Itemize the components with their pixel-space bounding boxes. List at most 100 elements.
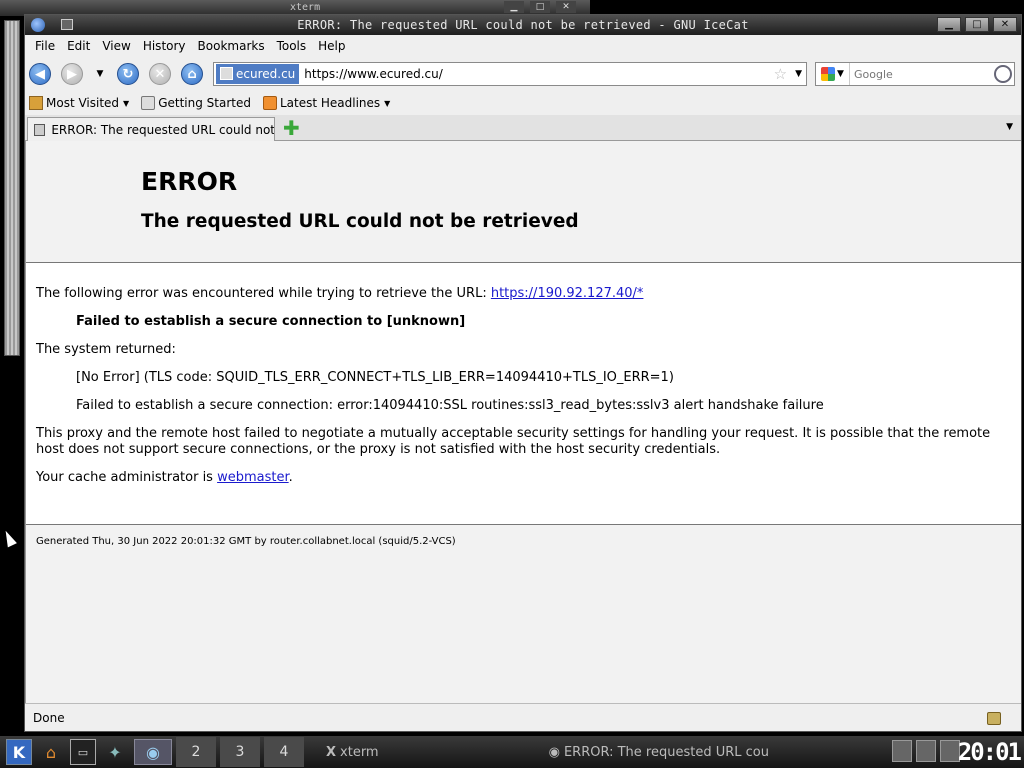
home-folder-icon[interactable]: ⌂	[38, 739, 64, 765]
webmaster-link[interactable]: webmaster	[217, 470, 289, 485]
menu-view[interactable]: View	[96, 39, 136, 53]
kmenu-icon[interactable]: K	[6, 739, 32, 765]
clock[interactable]: 20:01	[958, 738, 1022, 766]
browser-launcher-icon[interactable]: ◉	[134, 739, 172, 765]
failure-message: Failed to establish a secure connection …	[76, 314, 466, 329]
page-content: ERROR The requested URL could not be ret…	[25, 141, 1021, 705]
bookmark-latest-headlines[interactable]: Latest Headlines ▼	[262, 96, 391, 110]
search-go-icon[interactable]	[994, 65, 1012, 83]
tab-label: ERROR: The requested URL could not ...	[51, 123, 274, 137]
admin-suffix: .	[288, 470, 293, 485]
desktop-3-button[interactable]: 3	[220, 737, 260, 767]
chevron-down-icon: ▼	[384, 98, 391, 108]
bookmark-star-icon[interactable]: ☆	[774, 65, 787, 83]
background-maximize-button[interactable]: □	[530, 1, 550, 13]
task-icecat-label: ERROR: The requested URL cou	[563, 744, 769, 760]
menu-file[interactable]: File	[29, 39, 61, 53]
menu-edit[interactable]: Edit	[61, 39, 96, 53]
bookmark-getting-started[interactable]: Getting Started	[141, 96, 251, 110]
page-icon	[141, 96, 156, 110]
tab-list-button[interactable]: ▼	[1006, 122, 1013, 132]
search-engine-dropdown-icon: ▼	[837, 69, 844, 79]
error-header: ERROR The requested URL could not be ret…	[26, 141, 1021, 263]
reload-button[interactable]: ↻	[117, 63, 139, 85]
x-icon: X	[326, 744, 337, 760]
terminal-icon[interactable]: ▭	[70, 739, 96, 765]
maximize-button[interactable]: □	[965, 17, 989, 32]
stop-button[interactable]: ✕	[149, 63, 171, 85]
intro-text: The following error was encountered whil…	[36, 286, 491, 301]
klipper-icon[interactable]	[892, 740, 912, 762]
page-subtitle: The requested URL could not be retrieved	[141, 211, 579, 232]
bookmarks-toolbar: Most Visited ▼ Getting Started Latest He…	[25, 91, 1021, 115]
site-identity-button[interactable]: ecured.cu	[216, 64, 300, 84]
task-icecat[interactable]: ◉ ERROR: The requested URL cou	[549, 745, 769, 760]
background-xterm-buttons: ▁ □ ✕	[504, 1, 576, 13]
generated-footer: Generated Thu, 30 Jun 2022 20:01:32 GMT …	[36, 536, 456, 547]
task-xterm-label: xterm	[340, 744, 379, 760]
bookmark-most-visited[interactable]: Most Visited ▼	[29, 96, 129, 110]
search-engine-selector[interactable]: ▼	[816, 63, 850, 85]
page-title: ERROR	[141, 167, 238, 196]
window-titlebar[interactable]: ERROR: The requested URL could not be re…	[25, 15, 1021, 35]
desktop-2-button[interactable]: 2	[176, 737, 216, 767]
url-history-dropdown[interactable]: ▼	[795, 69, 802, 79]
taskbar: K ⌂ ▭ ✦ ◉ 2 3 4 X xterm ◉ ERROR: The req…	[0, 736, 1024, 768]
task-xterm[interactable]: X xterm	[326, 745, 379, 760]
menu-history[interactable]: History	[137, 39, 192, 53]
tls-error-code: [No Error] (TLS code: SQUID_TLS_ERR_CONN…	[76, 370, 674, 385]
chevron-down-icon: ▼	[123, 98, 130, 108]
background-close-button[interactable]: ✕	[556, 1, 576, 13]
requested-url-link[interactable]: https://190.92.127.40/*	[491, 286, 644, 301]
icecat-icon: ◉	[548, 744, 560, 760]
ssl-error-detail: Failed to establish a secure connection:…	[76, 398, 824, 413]
home-button[interactable]: ⌂	[181, 63, 203, 85]
forward-button[interactable]: ▶	[61, 63, 83, 85]
navigation-toolbar: ◀ ▶ ▼ ↻ ✕ ⌂ ecured.cu https://www.ecured…	[25, 57, 1021, 91]
tab-bar: ERROR: The requested URL could not ... ✚…	[25, 115, 1021, 142]
background-minimize-button[interactable]: ▁	[504, 1, 524, 13]
window-title: ERROR: The requested URL could not be re…	[297, 18, 749, 32]
status-bar: Done	[25, 703, 1021, 731]
security-lock-icon[interactable]	[987, 712, 1001, 725]
network-icon[interactable]: ✦	[102, 739, 128, 765]
close-button[interactable]: ✕	[993, 17, 1017, 32]
history-dropdown-button[interactable]: ▼	[93, 69, 107, 79]
new-tab-button[interactable]: ✚	[283, 118, 300, 138]
desktop-4-button[interactable]: 4	[264, 737, 304, 767]
url-input[interactable]: https://www.ecured.cu/	[304, 67, 773, 81]
tab-favicon-icon	[34, 124, 46, 136]
rss-icon	[262, 96, 277, 110]
bookmark-most-visited-label: Most Visited	[46, 96, 120, 110]
site-identity-label: ecured.cu	[236, 67, 296, 81]
url-bar[interactable]: ecured.cu https://www.ecured.cu/ ☆ ▼	[213, 62, 807, 86]
status-text: Done	[33, 710, 65, 725]
google-icon	[821, 67, 836, 81]
search-bar[interactable]: ▼	[815, 62, 1015, 86]
folder-icon	[29, 96, 43, 110]
system-tray	[892, 740, 960, 762]
window-controls: ▁ □ ✕	[937, 17, 1017, 32]
system-returned-label: The system returned:	[36, 342, 176, 357]
background-xterm-title: xterm	[290, 2, 321, 13]
menu-bar: File Edit View History Bookmarks Tools H…	[25, 35, 1021, 57]
mouse-cursor-icon	[1, 528, 17, 548]
intro-paragraph: The following error was encountered whil…	[36, 286, 1011, 302]
search-input[interactable]	[850, 67, 994, 81]
bookmark-latest-headlines-label: Latest Headlines	[279, 96, 381, 110]
site-favicon-icon	[220, 67, 233, 80]
tray-app-icon[interactable]	[916, 740, 936, 762]
background-window-edge[interactable]	[4, 20, 20, 356]
tab-error-page[interactable]: ERROR: The requested URL could not ...	[27, 117, 275, 142]
browser-window: ERROR: The requested URL could not be re…	[24, 14, 1022, 732]
menu-help[interactable]: Help	[312, 39, 351, 53]
admin-paragraph: Your cache administrator is webmaster.	[36, 470, 1011, 486]
back-button[interactable]: ◀	[29, 63, 51, 85]
minimize-button[interactable]: ▁	[937, 17, 961, 32]
menu-tools[interactable]: Tools	[271, 39, 313, 53]
admin-prefix: Your cache administrator is	[36, 470, 218, 485]
explanation-paragraph: This proxy and the remote host failed to…	[36, 426, 991, 457]
bookmark-getting-started-label: Getting Started	[158, 96, 251, 110]
error-body: The following error was encountered whil…	[26, 263, 1021, 525]
menu-bookmarks[interactable]: Bookmarks	[192, 39, 271, 53]
